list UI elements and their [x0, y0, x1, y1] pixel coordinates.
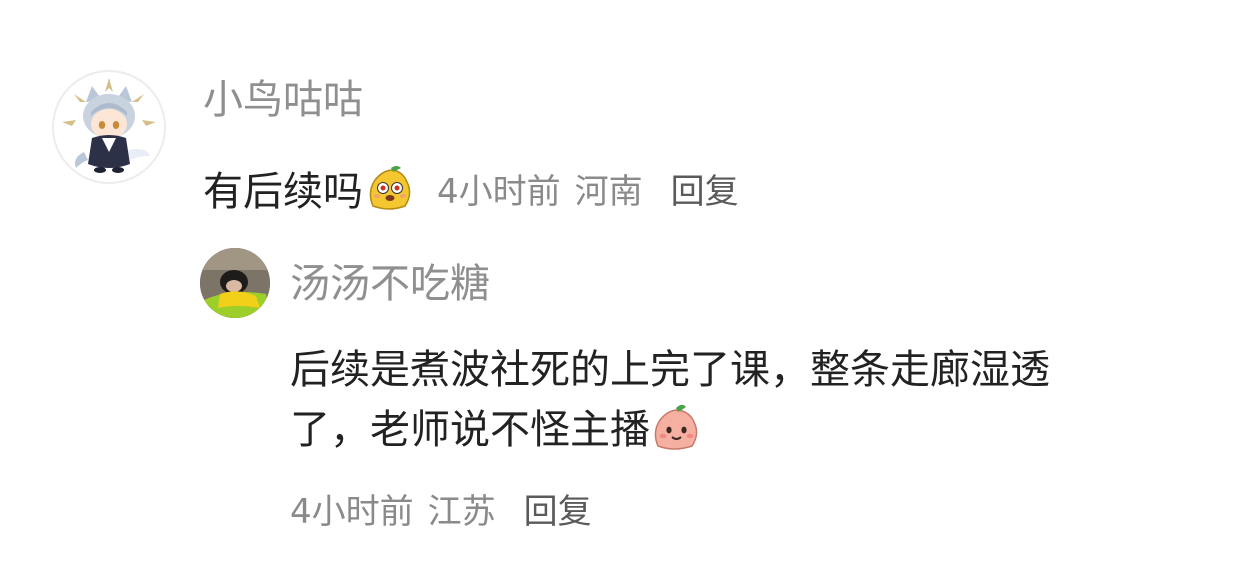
reply-meta: 4小时前 江苏 回复 [290, 484, 592, 533]
comment-time: 4小时前 [437, 171, 561, 212]
anime-cat-boy-avatar-icon [62, 78, 156, 173]
pink-dumpling-sticker-icon [650, 402, 702, 463]
comment-location: 河南 [574, 171, 643, 212]
comment-meta: 4小时前 河南 回复 [437, 175, 739, 209]
comment-body: 有后续吗 4小时前 河南 回复 [203, 162, 739, 221]
photo-avatar-icon [200, 248, 270, 318]
reply-body: 后续是煮波社死的上完了课，整条走廊湿透了，老师说不怪主播 [290, 340, 1090, 463]
reply-reply-button[interactable]: 回复 [524, 484, 592, 533]
yellow-dumpling-sticker-icon [363, 162, 415, 221]
comment-text: 有后续吗 [203, 168, 363, 215]
reply-button[interactable]: 回复 [671, 175, 739, 209]
reply-avatar[interactable] [200, 248, 270, 318]
avatar[interactable] [52, 70, 166, 184]
reply-time: 4小时前 [290, 492, 414, 532]
reply-username[interactable]: 汤汤不吃糖 [290, 264, 490, 304]
comment-username[interactable]: 小鸟咕咕 [203, 80, 363, 120]
reply-location: 江苏 [427, 492, 496, 532]
